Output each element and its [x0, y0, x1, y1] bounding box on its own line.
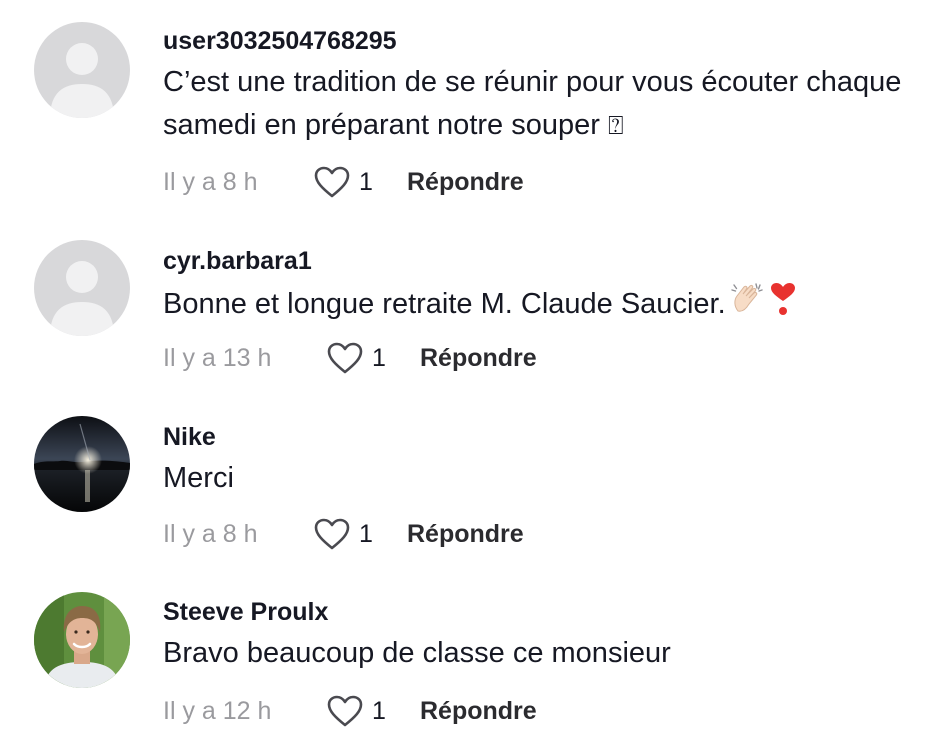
comment-text: C’est une tradition de se réunir pour vo… — [163, 61, 914, 148]
comment-time: Il y a 8 h — [163, 167, 258, 196]
comment-text-body: Merci — [163, 462, 234, 494]
comment-time: Il y a 8 h — [163, 519, 258, 548]
comment-username[interactable]: user3032504768295 — [163, 26, 914, 56]
default-avatar-icon — [34, 22, 130, 118]
like-button[interactable]: 1 — [326, 341, 420, 375]
comment-username[interactable]: Steeve Proulx — [163, 597, 914, 627]
like-count: 1 — [372, 696, 386, 725]
comment-text-body: Bonne et longue retraite M. Claude Sauci… — [163, 288, 726, 321]
comment-text: Bonne et longue retraite M. Claude Sauci… — [163, 281, 914, 330]
avatar[interactable] — [34, 416, 130, 512]
reply-button[interactable]: Répondre — [407, 168, 524, 197]
missing-glyph: ⍰ — [607, 111, 624, 141]
like-count: 1 — [372, 343, 386, 372]
comment-username[interactable]: Nike — [163, 422, 914, 452]
avatar[interactable] — [34, 22, 130, 118]
reply-button[interactable]: Répondre — [420, 344, 537, 373]
heart-outline-icon — [314, 166, 350, 198]
avatar[interactable] — [34, 240, 130, 336]
clapping-hands-emoji — [730, 281, 766, 330]
heart-outline-icon — [327, 695, 363, 727]
comment-item: user3032504768295 C’est une tradition de… — [0, 0, 934, 210]
like-button[interactable]: 1 — [313, 165, 407, 199]
like-button[interactable]: 1 — [313, 517, 407, 551]
like-count: 1 — [359, 519, 373, 548]
comment-time: Il y a 12 h — [163, 696, 272, 725]
heart-outline-icon — [314, 518, 350, 550]
like-button[interactable]: 1 — [326, 694, 420, 728]
comment-username[interactable]: cyr.barbara1 — [163, 246, 914, 276]
comment-text-body: Bravo beaucoup de classe ce monsieur — [163, 637, 671, 669]
avatar[interactable] — [34, 592, 130, 688]
like-count: 1 — [359, 167, 373, 196]
comment-text: Bravo beaucoup de classe ce monsieur — [163, 632, 914, 675]
man-portrait-photo — [34, 592, 130, 688]
comment-text-body: C’est une tradition de se réunir pour vo… — [163, 66, 902, 141]
comment-item: cyr.barbara1 Bonne et longue retraite M.… — [0, 210, 934, 385]
reply-button[interactable]: Répondre — [407, 520, 524, 549]
heart-outline-icon — [327, 342, 363, 374]
heart-exclamation-emoji — [768, 281, 798, 330]
comment-item: Steeve Proulx Bravo beaucoup de classe c… — [0, 563, 934, 750]
lake-sunset-photo — [34, 416, 130, 512]
comment-time: Il y a 13 h — [163, 343, 272, 372]
comment-text: Merci — [163, 457, 914, 500]
reply-button[interactable]: Répondre — [420, 697, 537, 726]
comment-item: Nike Merci Il y a 8 h 1 Répondre — [0, 385, 934, 563]
default-avatar-icon — [34, 240, 130, 336]
